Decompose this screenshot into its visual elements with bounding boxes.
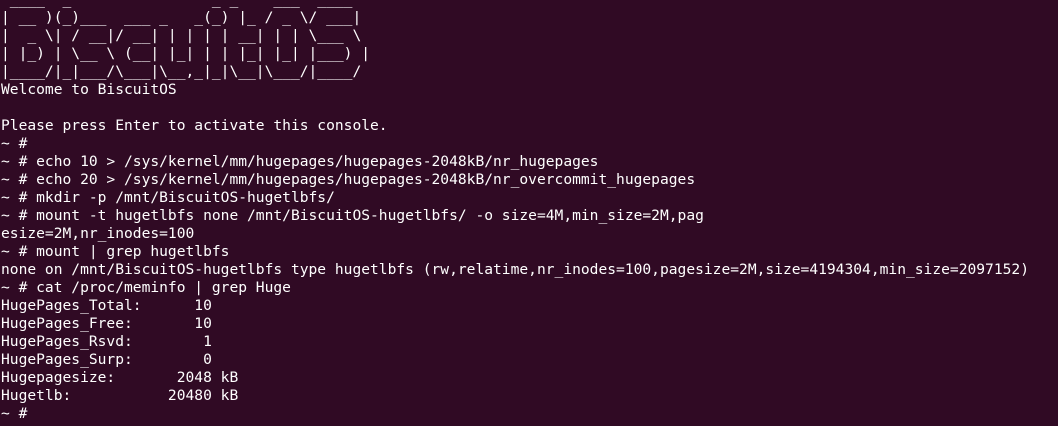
terminal-output: Welcome to BiscuitOS Please press Enter … xyxy=(1,81,1058,423)
shell-prompt: ~ # xyxy=(1,405,37,422)
command-line: ~ # cat /proc/meminfo | grep Huge xyxy=(1,279,291,296)
banner-line: | |_) | \__ \ (__| |_| | | |_| |_| |___)… xyxy=(1,45,371,62)
meminfo-line: HugePages_Surp: 0 xyxy=(1,351,212,368)
banner-line: | _ \| / __|/ __| | | | | __| | | \___ \ xyxy=(1,27,362,44)
command-line: ~ # mkdir -p /mnt/BiscuitOS-hugetlbfs/ xyxy=(1,189,335,206)
command-line: ~ # mount -t hugetlbfs none /mnt/Biscuit… xyxy=(1,207,704,224)
terminal-window[interactable]: ____ _ _ _ ___ ____ | __ )(_)___ ___ _ _… xyxy=(0,0,1058,426)
command-line: ~ # mount | grep hugetlbfs xyxy=(1,243,230,260)
banner-line: | __ )(_)___ ___ _ _(_) |_ / _ \/ ___| xyxy=(1,9,362,26)
command-input-line[interactable]: ~ # xyxy=(1,405,1058,423)
command-line: ~ # echo 20 > /sys/kernel/mm/hugepages/h… xyxy=(1,171,696,188)
banner-line: |____/|_|___/\___|\__,_|_|\__|\___/|____… xyxy=(1,63,362,80)
welcome-message: Welcome to BiscuitOS xyxy=(1,81,177,98)
banner-line: ____ _ _ _ ___ ____ xyxy=(1,0,1058,9)
command-line: ~ # xyxy=(1,135,28,152)
meminfo-line: HugePages_Total: 10 xyxy=(1,297,212,314)
output-line: none on /mnt/BiscuitOS-hugetlbfs type hu… xyxy=(1,261,1029,278)
meminfo-line: Hugepagesize: 2048 kB xyxy=(1,369,239,386)
meminfo-line: HugePages_Rsvd: 1 xyxy=(1,333,212,350)
command-line: ~ # echo 10 > /sys/kernel/mm/hugepages/h… xyxy=(1,153,599,170)
ascii-banner: ____ _ _ _ ___ ____ | __ )(_)___ ___ _ _… xyxy=(1,0,1058,81)
text-cursor xyxy=(36,406,44,422)
meminfo-line: HugePages_Free: 10 xyxy=(1,315,212,332)
output-line: esize=2M,nr_inodes=100 xyxy=(1,225,195,242)
activate-console-message: Please press Enter to activate this cons… xyxy=(1,117,388,134)
meminfo-line: Hugetlb: 20480 kB xyxy=(1,387,239,404)
